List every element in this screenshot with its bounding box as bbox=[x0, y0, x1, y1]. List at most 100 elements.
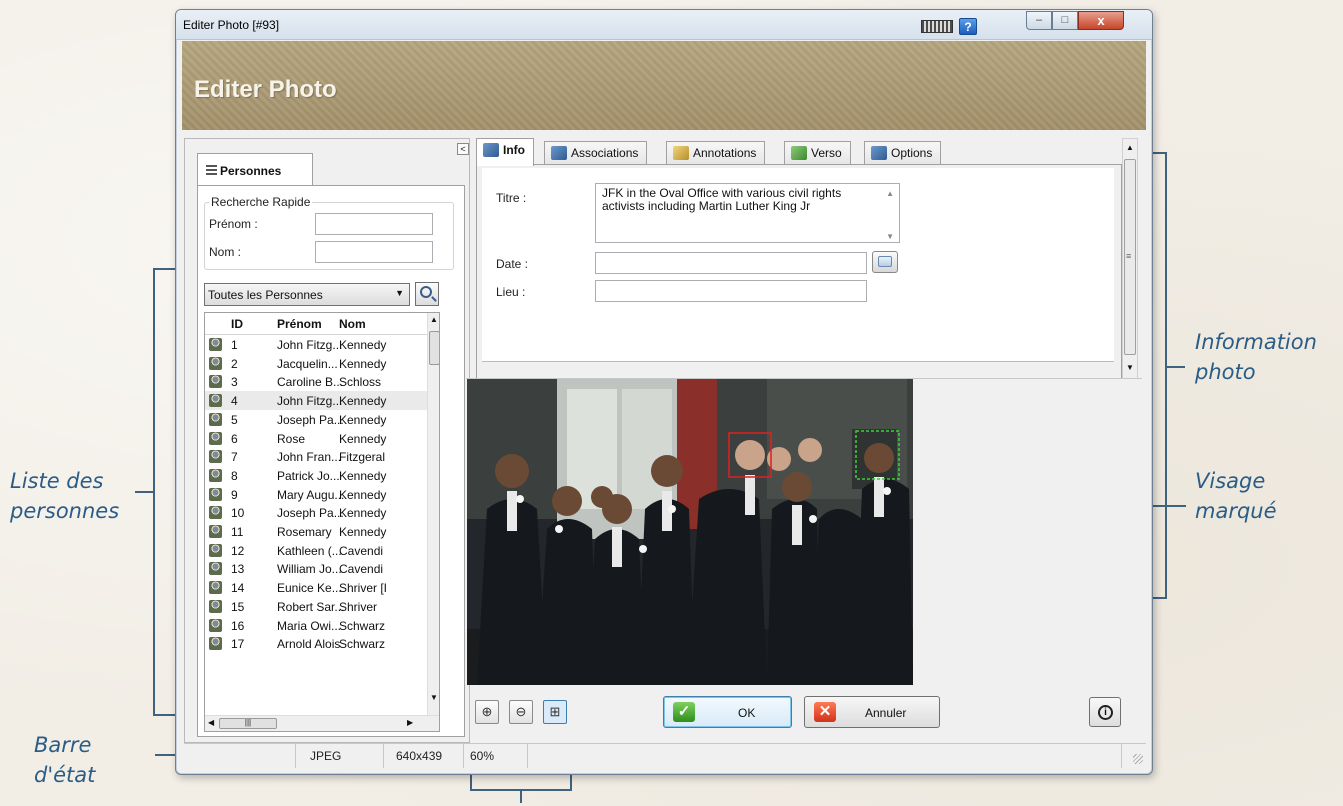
table-vertical-scrollbar[interactable]: ▲ ▼ bbox=[427, 313, 439, 715]
info-form: Titre : JFK in the Oval Office with vari… bbox=[482, 168, 1114, 362]
status-cell-message bbox=[528, 744, 1122, 768]
resize-grip-icon[interactable] bbox=[1133, 754, 1143, 764]
photo-image[interactable] bbox=[467, 379, 913, 685]
options-tab-icon bbox=[871, 146, 887, 160]
lieu-label: Lieu : bbox=[496, 285, 526, 299]
status-cell-empty bbox=[184, 744, 296, 768]
callout-line bbox=[153, 268, 155, 715]
scroll-down-arrow-icon[interactable]: ▼ bbox=[430, 693, 438, 702]
tab-annotations[interactable]: Annotations bbox=[666, 141, 766, 164]
callout-liste-personnes: Liste des personnes bbox=[10, 469, 120, 523]
scroll-up-arrow-icon[interactable]: ▲ bbox=[1126, 143, 1134, 152]
fit-to-window-button[interactable]: ⊞ bbox=[543, 700, 567, 724]
scroll-left-arrow-icon[interactable]: ◀ bbox=[208, 718, 214, 727]
scroll-thumb[interactable]: ||| bbox=[219, 718, 277, 729]
prenom-search-input[interactable] bbox=[315, 213, 433, 235]
table-row[interactable]: 11 Rosemary Kennedy bbox=[205, 522, 427, 541]
info-vertical-scrollbar[interactable]: ▲ ≡ ▼ bbox=[1122, 138, 1138, 380]
titre-textarea[interactable]: JFK in the Oval Office with various civi… bbox=[595, 183, 900, 243]
cell-nom: Schwarz bbox=[339, 618, 386, 633]
cell-id: 10 bbox=[231, 506, 245, 521]
person-photo-icon bbox=[209, 375, 222, 389]
info-tab-panel: Titre : JFK in the Oval Office with vari… bbox=[476, 164, 1122, 380]
cell-id: 4 bbox=[231, 394, 238, 409]
table-row[interactable]: 3 Caroline B... Schloss bbox=[205, 372, 427, 391]
tab-verso[interactable]: Verso bbox=[784, 141, 851, 164]
date-label: Date : bbox=[496, 257, 529, 271]
scroll-down-arrow-icon[interactable]: ▼ bbox=[1126, 363, 1134, 372]
minimize-button[interactable]: – bbox=[1026, 11, 1052, 30]
table-row[interactable]: 2 Jacquelin... Kennedy bbox=[205, 354, 427, 373]
table-row[interactable]: 1 John Fitzg... Kennedy bbox=[205, 335, 427, 354]
scroll-right-arrow-icon[interactable]: ▶ bbox=[407, 718, 413, 727]
table-row[interactable]: 13 William Jo... Cavendi bbox=[205, 559, 427, 578]
help-icon[interactable]: ? bbox=[959, 18, 977, 35]
zoom-in-button[interactable]: ⊕ bbox=[475, 700, 499, 724]
collapse-panel-button[interactable]: < bbox=[457, 143, 469, 155]
status-dimensions: 640x439 bbox=[384, 744, 464, 768]
annotations-tab-icon bbox=[673, 146, 689, 160]
search-button[interactable] bbox=[415, 282, 439, 306]
tab-associations[interactable]: Associations bbox=[544, 141, 648, 164]
cell-nom: Kennedy bbox=[339, 468, 387, 483]
header-banner: Editer Photo bbox=[182, 41, 1146, 130]
scroll-grip-icon: ≡ bbox=[1126, 251, 1132, 261]
tab-label: Annotations bbox=[693, 146, 757, 160]
table-row[interactable]: 7 John Fran... Fitzgeral bbox=[205, 447, 427, 466]
photo-svg bbox=[467, 379, 913, 685]
maximize-button[interactable]: □ bbox=[1052, 11, 1078, 30]
close-button[interactable]: x bbox=[1078, 11, 1124, 30]
person-photo-icon bbox=[209, 431, 222, 445]
person-photo-icon bbox=[209, 394, 222, 408]
checkmark-icon: ✓ bbox=[673, 702, 695, 722]
scroll-thumb[interactable] bbox=[429, 331, 439, 365]
table-horizontal-scrollbar[interactable]: ◀ ||| ▶ bbox=[205, 715, 439, 731]
nom-search-input[interactable] bbox=[315, 241, 433, 263]
table-row[interactable]: 6 Rose Kennedy bbox=[205, 429, 427, 448]
table-row[interactable]: 14 Eunice Ke... Shriver [I bbox=[205, 578, 427, 597]
table-row[interactable]: 9 Mary Augu... Kennedy bbox=[205, 485, 427, 504]
lieu-input[interactable] bbox=[595, 280, 867, 302]
cell-nom: Kennedy bbox=[339, 525, 387, 539]
table-row[interactable]: 12 Kathleen (... Cavendi bbox=[205, 541, 427, 560]
callout-information-photo: Information photo bbox=[1195, 330, 1317, 384]
table-row[interactable]: 10 Joseph Pa... Kennedy bbox=[205, 503, 427, 522]
scroll-up-arrow-icon[interactable]: ▲ bbox=[886, 187, 894, 200]
table-row[interactable]: 5 Joseph Pa... Kennedy bbox=[205, 410, 427, 429]
scroll-up-arrow-icon[interactable]: ▲ bbox=[430, 315, 438, 324]
status-bar: JPEG 640x439 60% bbox=[184, 743, 1146, 768]
cell-id: 9 bbox=[231, 487, 238, 502]
cell-id: 6 bbox=[231, 431, 238, 446]
date-picker-button[interactable] bbox=[872, 251, 898, 273]
tab-info[interactable]: Info bbox=[476, 138, 534, 166]
cell-nom: Kennedy bbox=[339, 394, 387, 409]
table-row[interactable]: 16 Maria Owi... Schwarz bbox=[205, 616, 427, 635]
tab-personnes[interactable]: Personnes bbox=[197, 153, 313, 185]
cell-id: 11 bbox=[231, 525, 244, 539]
ok-button-label: OK bbox=[738, 706, 756, 720]
annuler-button[interactable]: ✕ Annuler bbox=[804, 696, 940, 728]
tab-options[interactable]: Options bbox=[864, 141, 942, 164]
scroll-down-arrow-icon[interactable]: ▼ bbox=[886, 230, 894, 243]
zoom-out-button[interactable]: ⊖ bbox=[509, 700, 533, 724]
ok-button[interactable]: ✓ OK bbox=[663, 696, 792, 728]
cell-id: 5 bbox=[231, 412, 238, 427]
table-row[interactable]: 17 Arnold Alois Schwarz bbox=[205, 634, 427, 653]
persons-panel: < Personnes Recherche Rapide Prénom : No… bbox=[184, 138, 470, 743]
table-row[interactable]: 15 Robert Sar... Shriver bbox=[205, 597, 427, 616]
cell-id: 1 bbox=[231, 338, 238, 352]
column-header-nom[interactable]: Nom bbox=[339, 317, 397, 331]
person-photo-icon bbox=[209, 338, 222, 351]
persons-filter-select[interactable]: Toutes les Personnes ▼ bbox=[204, 283, 410, 306]
cell-nom: Kennedy bbox=[339, 487, 387, 502]
date-input[interactable] bbox=[595, 252, 867, 274]
chevron-down-icon: ▼ bbox=[395, 288, 404, 298]
about-info-button[interactable]: i bbox=[1089, 697, 1121, 727]
column-header-id[interactable]: ID bbox=[231, 317, 271, 331]
cell-id: 14 bbox=[231, 581, 245, 596]
keyboard-icon[interactable] bbox=[921, 20, 953, 33]
cancel-x-icon: ✕ bbox=[814, 702, 836, 722]
table-row[interactable]: 8 Patrick Jo... Kennedy bbox=[205, 466, 427, 485]
table-row[interactable]: 4 John Fitzg... Kennedy bbox=[205, 391, 427, 410]
quick-search-legend: Recherche Rapide bbox=[209, 195, 313, 209]
